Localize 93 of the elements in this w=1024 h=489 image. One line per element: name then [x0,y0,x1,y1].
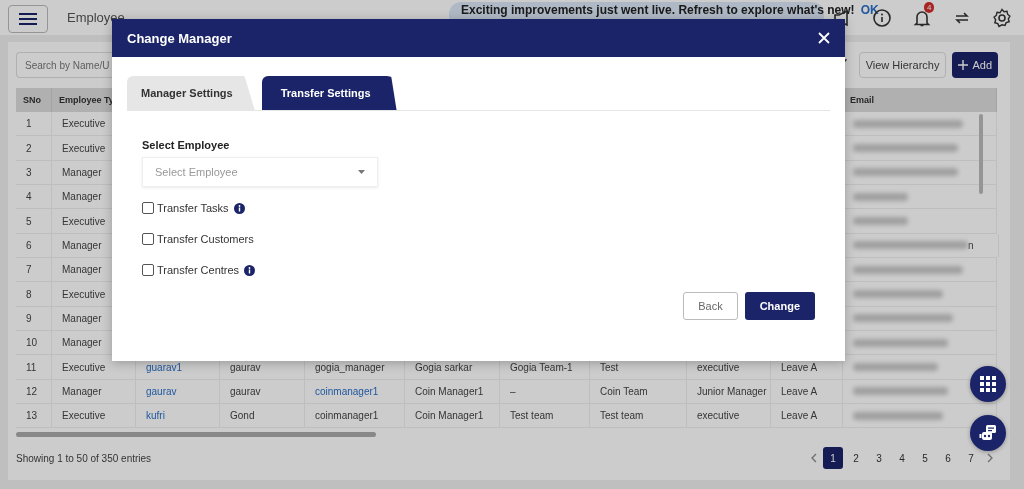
plus-icon [958,60,969,70]
table-cell: Gogia Team-1 [510,361,573,373]
field-label: Select Employee [142,139,231,151]
page-button[interactable]: 2 [846,447,866,470]
table-cell: coinmanager1 [315,410,379,422]
table-cell: Executive [62,215,106,227]
table-cell: Executive [62,288,106,300]
scrollbar-thumb[interactable] [979,114,983,194]
table-cell: 1 [26,118,32,130]
table-cell: Leave A [781,385,818,397]
banner-text: Exciting improvements just went live. Refresh to explore what's new! [461,3,855,17]
entries-summary: Showing 1 to 50 of 350 entries [16,452,152,464]
checkbox[interactable] [142,233,154,245]
notification-badge: 4 [924,1,935,13]
table-cell: Test team [510,410,554,422]
table-cell: executive [697,410,740,422]
table-cell: 12 [26,385,38,397]
table-cell: Manager [62,166,102,178]
table-cell: gogia_manager [315,361,385,373]
table-cell: 11 [26,361,37,373]
table-cell: Coin Team [600,385,648,397]
page-button[interactable]: 5 [915,447,935,470]
view-hierarchy-button[interactable]: View Hierarchy [858,52,947,78]
table-cell: 5 [26,215,32,227]
table-cell: Test team [600,410,644,422]
table-cell: Leave A [781,410,818,422]
table-link[interactable]: kufri [146,410,165,422]
add-button[interactable]: Add [952,52,998,78]
grid-icon [980,376,996,392]
page-button[interactable]: 7 [961,447,981,470]
table-link[interactable]: gaurav [146,385,177,397]
table-cell: Gogia sarkar [415,361,473,373]
table-cell: Manager [62,239,102,251]
table-cell: 7 [26,264,32,276]
table-cell: Coin Manager1 [415,410,484,422]
redacted-text [853,217,908,226]
table-cell: Coin Manager1 [415,385,484,397]
change-button[interactable]: Change [744,292,815,320]
checkbox-label: Transfer Customers [157,233,254,245]
table-cell: 10 [26,337,38,349]
menu-button[interactable] [8,4,48,33]
checkbox[interactable] [142,264,154,276]
table-link[interactable]: guarav1 [146,361,183,373]
table-cell: 2 [26,142,32,154]
tab[interactable]: Manager Settings [127,76,255,110]
close-button[interactable] [818,32,830,44]
table-cell: Test [600,361,619,373]
ok-link[interactable]: OK [860,3,879,17]
table-cell: Manager [62,337,102,349]
info-icon[interactable] [233,202,245,214]
dialog-title: Change Manager [127,30,232,46]
checkbox-label: Transfer Tasks [157,202,229,214]
tab[interactable]: Transfer Settings [261,76,397,110]
table-cell: Junior Manager [697,385,767,397]
page-button[interactable]: 3 [869,447,889,470]
table-cell: gaurav [230,385,261,397]
table-cell: Manager [62,385,102,397]
close-icon [818,32,830,44]
table-cell: Gond [230,410,255,422]
column-header: SNo [16,88,52,112]
search-field[interactable]: Search by Name/U [16,52,112,78]
table-cell: Manager [62,264,102,276]
table-cell: Leave A [781,361,818,373]
robot-icon [978,423,998,443]
table-cell: 6 [26,239,32,251]
table-cell: – [510,385,516,397]
page-button[interactable]: 6 [938,447,958,470]
info-icon[interactable] [244,264,256,276]
table-cell: Manager [62,191,102,203]
page-button[interactable]: 4 [892,447,912,470]
table-cell: gaurav [230,361,261,373]
table-cell: Executive [62,410,106,422]
table-cell: 8 [26,288,32,300]
table-cell: 9 [26,312,32,324]
table-cell: Executive [62,118,106,130]
checkbox-label: Transfer Centres [157,264,240,276]
page-button[interactable]: 1 [823,447,843,470]
redacted-text [853,192,908,201]
table-cell: n [968,239,974,251]
table-cell: 13 [26,410,38,422]
table-cell: Executive [62,142,106,154]
table-cell: Manager [62,312,102,324]
menu-icon [19,11,37,26]
table-link[interactable]: coinmanager1 [315,385,379,397]
table-cell: Executive [62,361,106,373]
checkbox[interactable] [142,202,154,214]
table-cell: 3 [26,166,32,178]
settings-icon[interactable] [992,7,1012,28]
table-cell: 4 [26,191,32,203]
table-cell: executive [697,361,740,373]
scrollbar-thumb[interactable] [16,432,376,438]
caret-icon [358,170,365,174]
back-button[interactable]: Back [683,292,738,320]
